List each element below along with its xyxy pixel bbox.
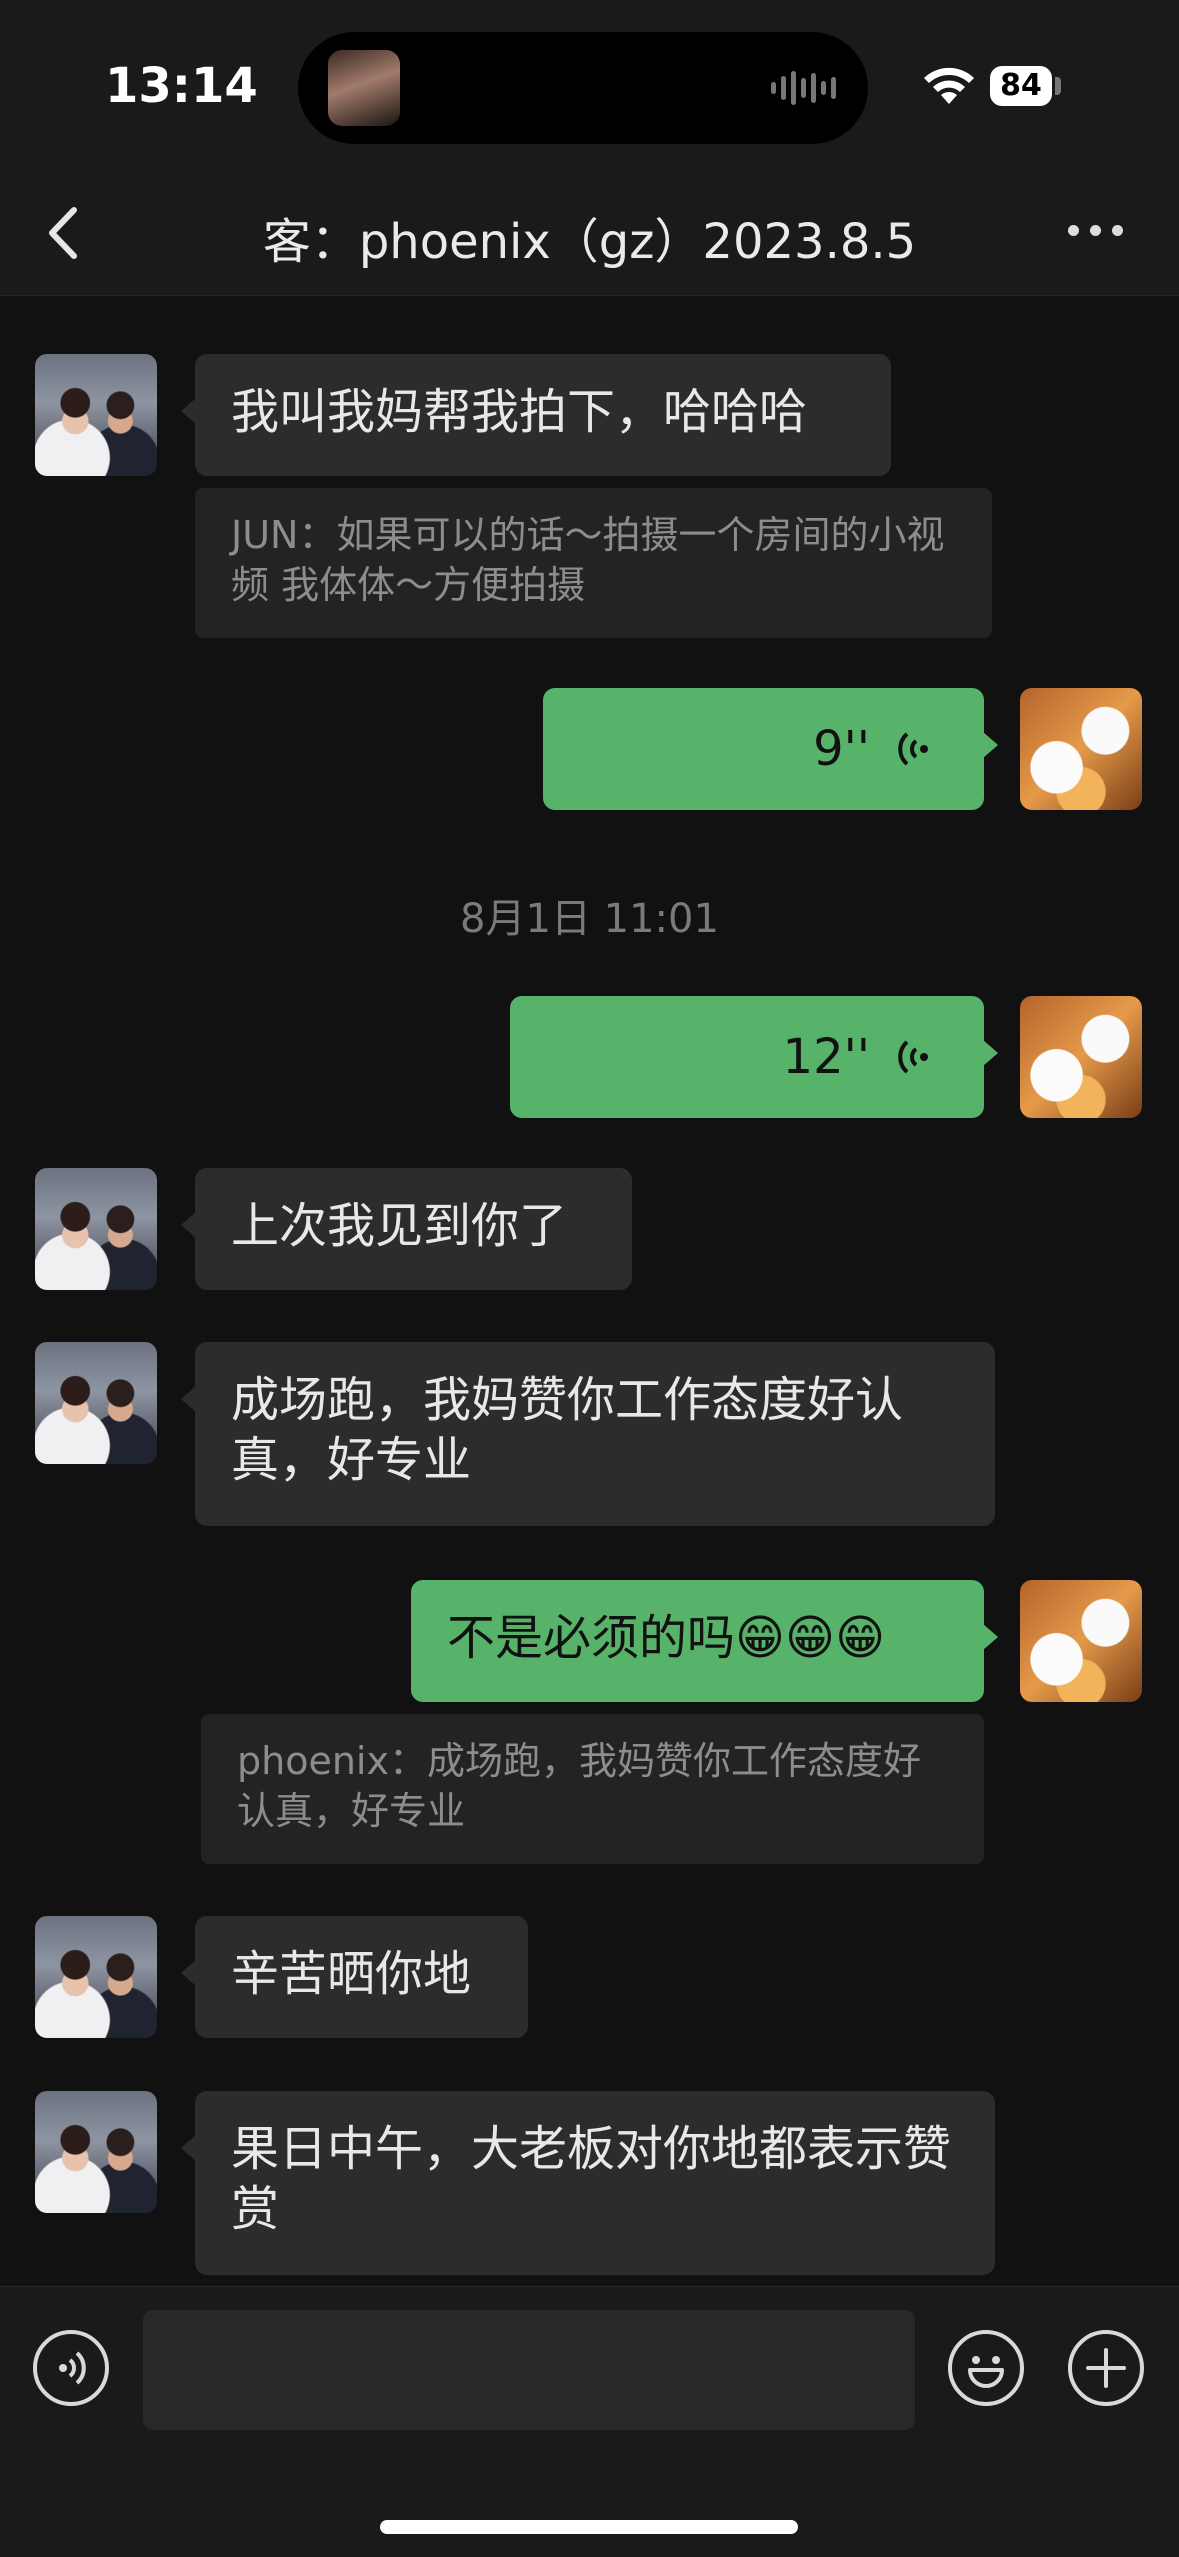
incoming-message[interactable]: 辛苦晒你地 <box>181 1916 528 2038</box>
plus-icon[interactable] <box>1068 2330 1144 2406</box>
message-text: 果日中午，大老板对你地都表示赞赏 <box>231 2121 952 2237</box>
message-list[interactable]: 我叫我妈帮我拍下，哈哈哈 JUN：如果可以的话～拍摄一个房间的小视频 我体体～方… <box>0 296 1179 2286</box>
voice-message[interactable]: 12'' <box>510 996 998 1118</box>
my-avatar[interactable] <box>1020 688 1142 810</box>
incoming-message[interactable]: 成场跑，我妈赞你工作态度好认真，好专业 <box>181 1342 995 1526</box>
my-avatar[interactable] <box>1020 996 1142 1118</box>
battery-tip <box>1055 77 1061 95</box>
quoted-reply[interactable]: JUN：如果可以的话～拍摄一个房间的小视频 我体体～方便拍摄 <box>195 488 992 638</box>
message-input[interactable] <box>143 2310 915 2430</box>
quote-text: JUN：如果可以的话～拍摄一个房间的小视频 我体体～方便拍摄 <box>231 513 945 607</box>
voice-wave-icon <box>898 732 928 766</box>
more-icon[interactable] <box>1060 205 1130 255</box>
my-avatar[interactable] <box>1020 1580 1142 1702</box>
voice-input-icon[interactable] <box>33 2330 109 2406</box>
outgoing-message[interactable]: 不是必须的吗😁😁😁 <box>411 1580 998 1702</box>
message-text: 成场跑，我妈赞你工作态度好认真，好专业 <box>231 1372 904 1488</box>
contact-avatar[interactable] <box>35 1916 157 2038</box>
voice-duration: 9'' <box>813 721 870 777</box>
back-chevron-icon[interactable] <box>40 198 90 268</box>
message-text: 不是必须的吗😁😁😁 <box>447 1610 886 1666</box>
quote-text: phoenix：成场跑，我妈赞你工作态度好认真，好专业 <box>237 1739 921 1833</box>
incoming-message[interactable]: 果日中午，大老板对你地都表示赞赏 <box>181 2091 995 2275</box>
contact-avatar[interactable] <box>35 354 157 476</box>
message-text: 辛苦晒你地 <box>231 1946 472 2002</box>
timestamp: 8月1日 11:01 <box>460 896 719 942</box>
status-time: 13:14 <box>105 58 258 114</box>
emoji-icon[interactable] <box>948 2330 1024 2406</box>
input-bar <box>0 2286 1179 2557</box>
contact-avatar[interactable] <box>35 1342 157 1464</box>
message-text: 上次我见到你了 <box>231 1198 568 1254</box>
contact-avatar[interactable] <box>35 1168 157 1290</box>
voice-duration: 12'' <box>782 1029 870 1085</box>
now-playing-thumbnail <box>328 50 400 126</box>
battery-indicator: 84 <box>990 66 1052 106</box>
incoming-message[interactable]: 上次我见到你了 <box>181 1168 632 1290</box>
home-indicator[interactable] <box>380 2520 798 2534</box>
chat-header: 客：phoenix（gz）2023.8.5 <box>0 170 1179 296</box>
quoted-reply[interactable]: phoenix：成场跑，我妈赞你工作态度好认真，好专业 <box>201 1714 984 1864</box>
status-bar: 13:14 84 <box>0 0 1179 170</box>
message-text: 我叫我妈帮我拍下，哈哈哈 <box>231 384 808 440</box>
chat-title: 客：phoenix（gz）2023.8.5 <box>262 214 917 270</box>
voice-wave-icon <box>898 1040 928 1074</box>
wifi-icon <box>924 67 974 104</box>
contact-avatar[interactable] <box>35 2091 157 2213</box>
voice-message[interactable]: 9'' <box>543 688 998 810</box>
dynamic-island[interactable] <box>298 32 868 144</box>
incoming-message[interactable]: 我叫我妈帮我拍下，哈哈哈 <box>181 354 891 476</box>
audio-wave-icon <box>771 70 836 106</box>
